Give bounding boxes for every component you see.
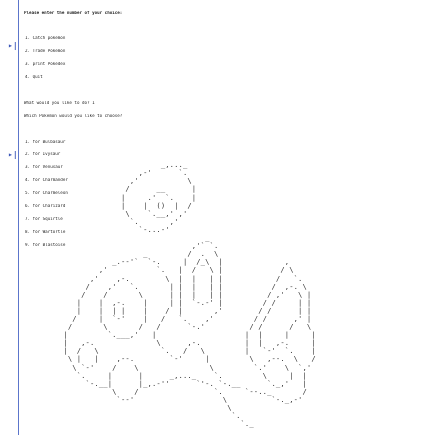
prompt-what-to-do: What would you like to do? 1: [24, 100, 95, 105]
cell-prompt-arrow-icon[interactable]: ▸|: [8, 150, 18, 160]
choice-ivysaur: 2. for Ivysaur: [25, 152, 61, 157]
notebook-output-page: ▸| ▸| Please enter the number of your ch…: [0, 0, 434, 435]
choice-bulbasaur: 1. for Bulbasaur: [25, 139, 66, 144]
pokemon-ascii-art: _,..._ ,-' `. ,' \ / __ | | .' `. | | | …: [63, 161, 316, 429]
cell-gutter: ▸| ▸|: [0, 0, 18, 435]
prompt-heading: Please enter the number of your choice:: [24, 10, 123, 15]
cell-prompt-arrow-icon[interactable]: ▸|: [8, 41, 18, 51]
menu-item-quit: 4. Quit: [25, 75, 43, 80]
main-menu: 1. Catch pokemon 2. Trade Pokemon 3. pri…: [24, 28, 424, 88]
menu-item-trade-pokemon: 2. Trade Pokemon: [25, 49, 66, 54]
prompt-which-pokemon: Which Pokemon would you like to choose?: [24, 113, 123, 118]
menu-item-print-pokedex: 3. print Pokedex: [25, 62, 66, 67]
cell-output-border: [18, 0, 19, 435]
menu-item-catch-pokemon: 1. Catch pokemon: [25, 36, 66, 41]
